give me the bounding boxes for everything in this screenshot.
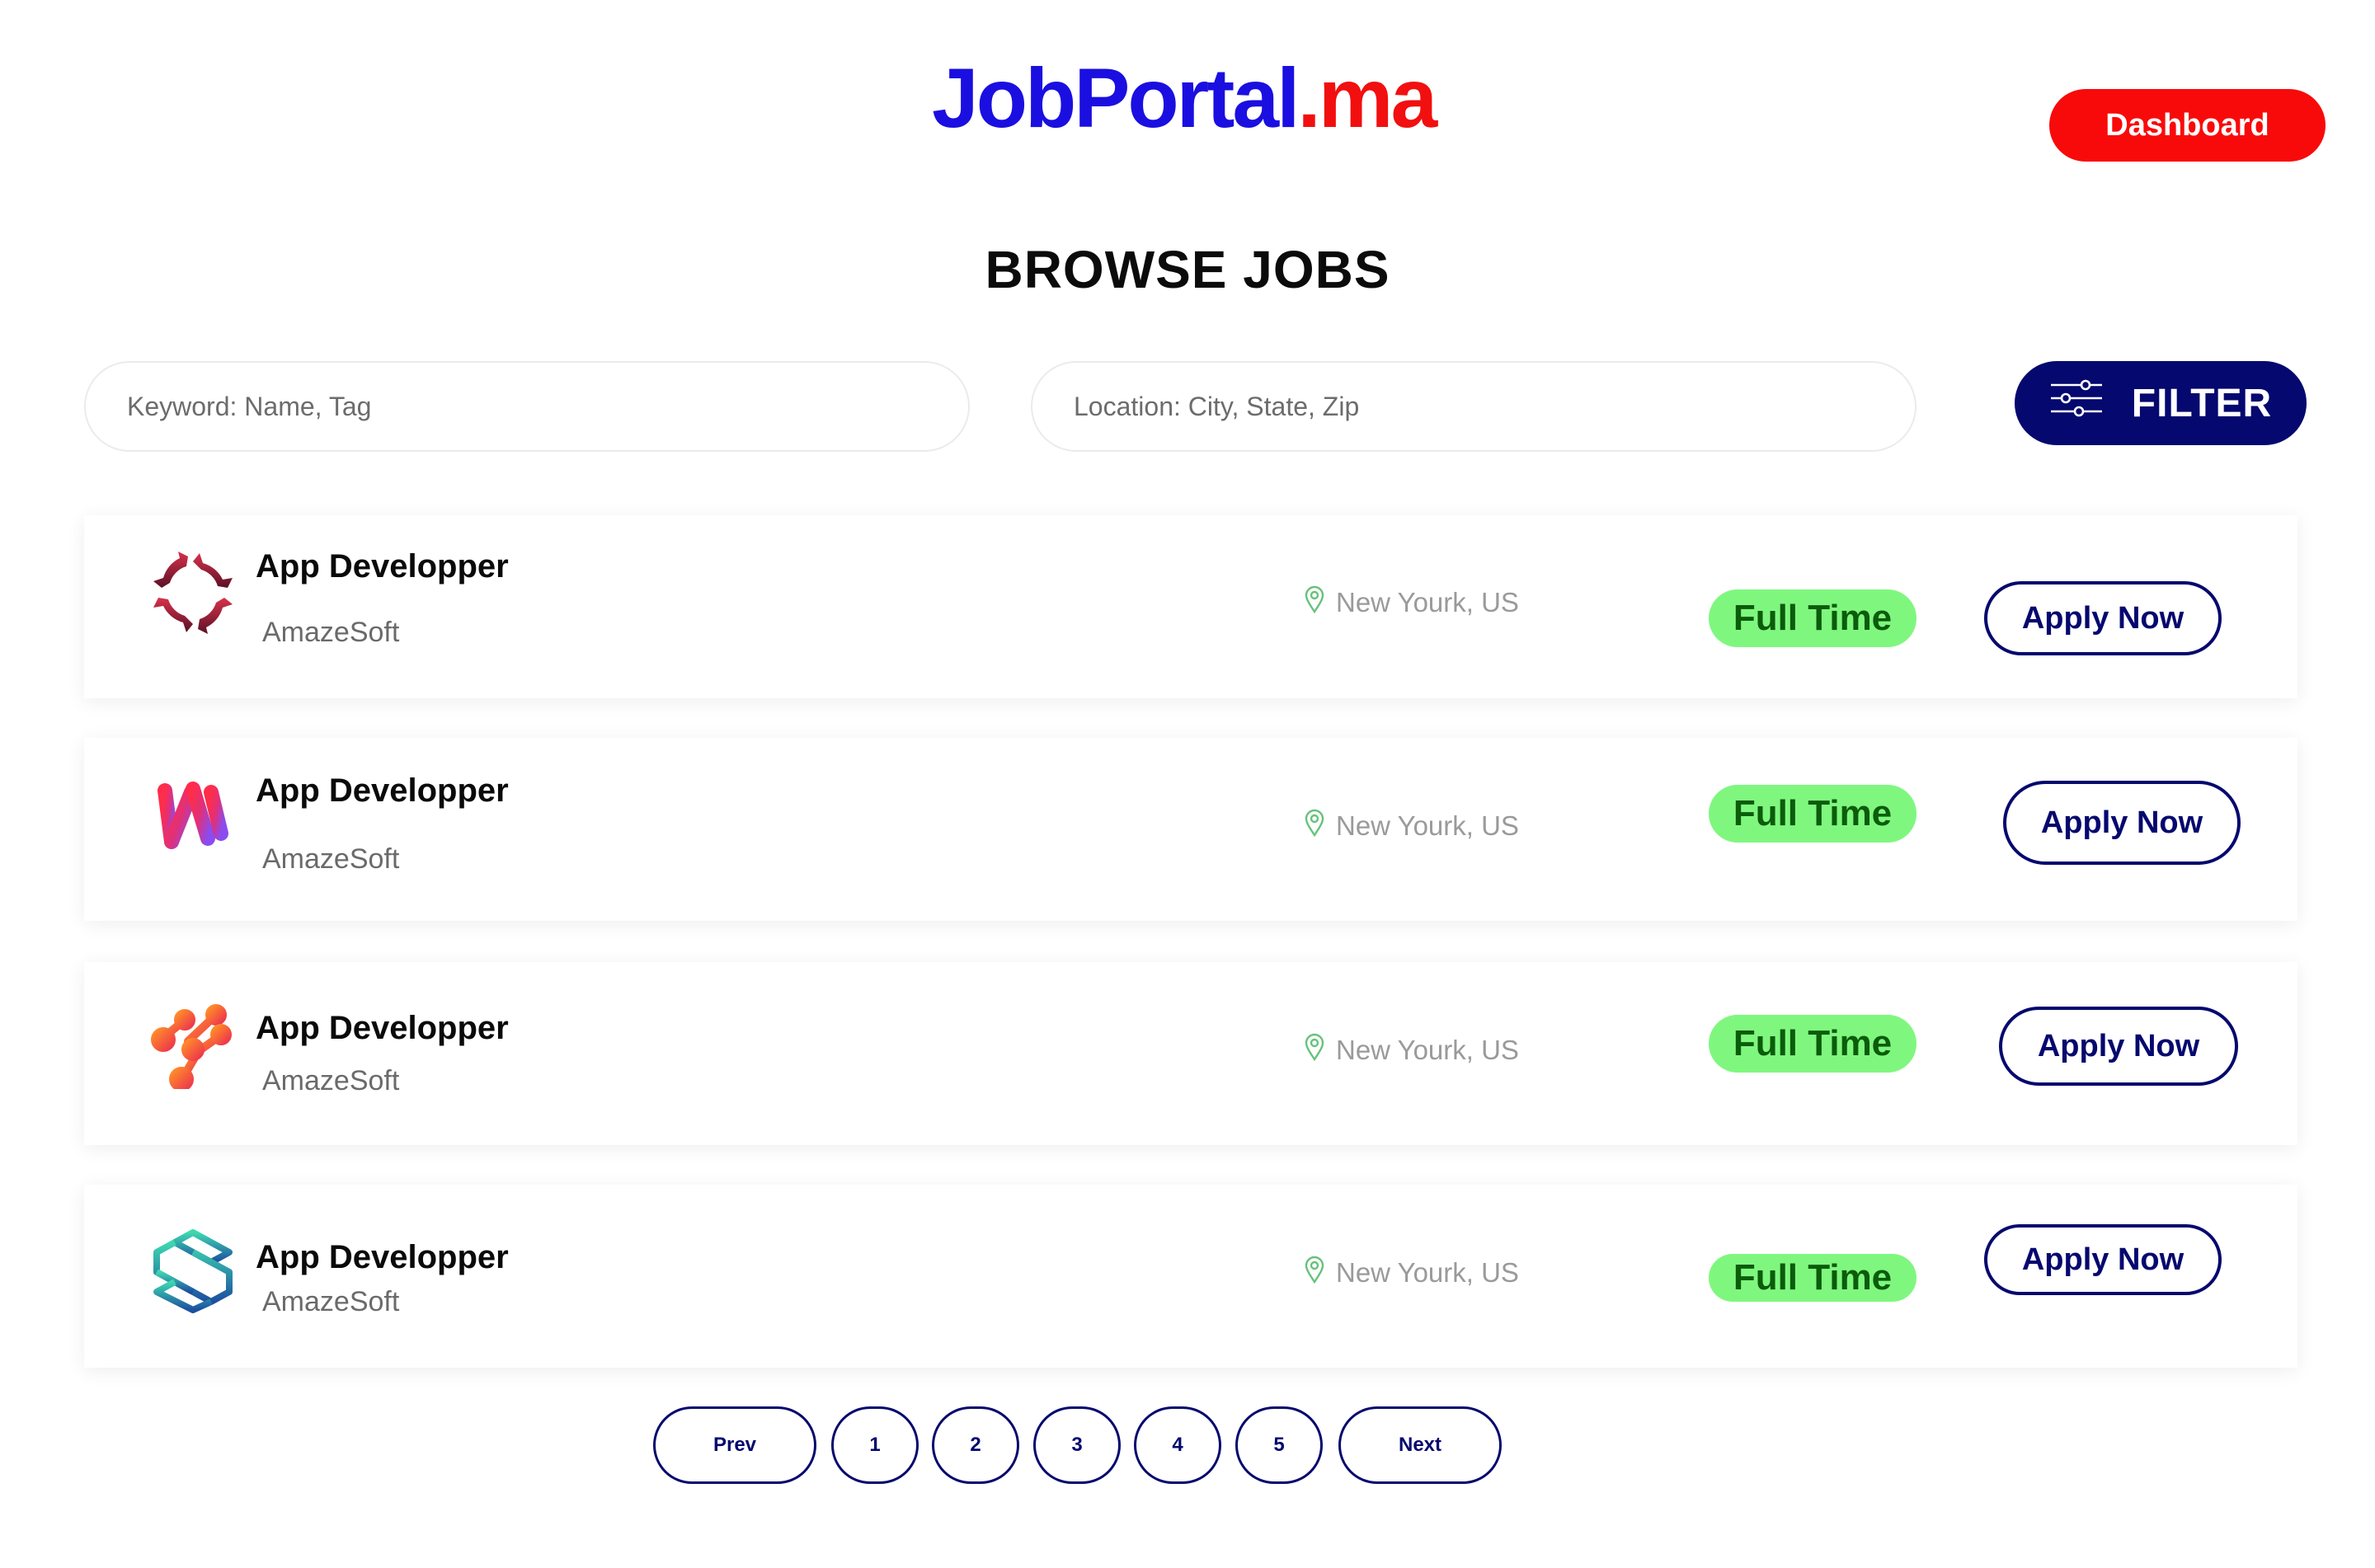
logo-text-suffix: .ma bbox=[1297, 51, 1437, 145]
company-name: AmazeSoft bbox=[262, 1286, 400, 1317]
location-text: New Yourk, US bbox=[1336, 810, 1519, 841]
apply-now-button[interactable]: Apply Now bbox=[1999, 1007, 2238, 1086]
keyword-search-field[interactable] bbox=[84, 361, 970, 452]
job-location: New Yourk, US bbox=[1305, 809, 1519, 843]
job-title[interactable]: App Developper bbox=[256, 1239, 509, 1276]
company-name: AmazeSoft bbox=[262, 617, 400, 648]
molecule-dots-logo bbox=[150, 1003, 236, 1091]
job-location: New Yourk, US bbox=[1305, 1256, 1519, 1290]
job-type-badge: Full Time bbox=[1709, 1015, 1916, 1073]
layered-s-logo bbox=[150, 1228, 236, 1313]
job-card[interactable]: App Developper AmazeSoft New Yourk, US F… bbox=[84, 962, 2297, 1145]
job-card[interactable]: App Developper AmazeSoft New Yourk, US F… bbox=[84, 738, 2297, 921]
location-input[interactable] bbox=[1072, 390, 1915, 423]
apply-now-button[interactable]: Apply Now bbox=[2003, 781, 2241, 865]
pagination-page-1[interactable]: 1 bbox=[831, 1406, 919, 1484]
logo-text-main: JobPortal bbox=[932, 51, 1300, 145]
job-location: New Yourk, US bbox=[1305, 585, 1519, 620]
job-title[interactable]: App Developper bbox=[256, 548, 509, 585]
pagination-prev-button[interactable]: Prev bbox=[653, 1406, 816, 1484]
location-text: New Yourk, US bbox=[1336, 1257, 1519, 1288]
pagination-page-5[interactable]: 5 bbox=[1235, 1406, 1323, 1484]
location-text: New Yourk, US bbox=[1336, 587, 1519, 617]
map-pin-icon bbox=[1305, 585, 1324, 620]
page-title: BROWSE JOBS bbox=[985, 240, 1390, 299]
company-name: AmazeSoft bbox=[262, 1065, 400, 1096]
pagination-page-4[interactable]: 4 bbox=[1134, 1406, 1221, 1484]
filter-button[interactable]: FILTER bbox=[2015, 361, 2307, 445]
gear-arrows-logo bbox=[150, 550, 236, 636]
keyword-input[interactable] bbox=[125, 390, 968, 423]
apply-now-button[interactable]: Apply Now bbox=[1984, 581, 2222, 655]
filter-label: FILTER bbox=[2131, 381, 2273, 425]
pagination-page-3[interactable]: 3 bbox=[1033, 1406, 1121, 1484]
pagination-page-2[interactable]: 2 bbox=[932, 1406, 1019, 1484]
site-logo[interactable]: JobPortal.ma bbox=[932, 56, 1437, 140]
company-name: AmazeSoft bbox=[262, 843, 400, 875]
sliders-icon bbox=[2049, 378, 2104, 428]
job-card[interactable]: App Developper AmazeSoft New Yourk, US F… bbox=[84, 1185, 2297, 1368]
map-pin-icon bbox=[1305, 1256, 1324, 1290]
map-pin-icon bbox=[1305, 809, 1324, 843]
job-type-badge: Full Time bbox=[1709, 589, 1916, 647]
pagination-next-button[interactable]: Next bbox=[1338, 1406, 1502, 1484]
map-pin-icon bbox=[1305, 1033, 1324, 1068]
job-type-badge: Full Time bbox=[1709, 1254, 1916, 1302]
apply-now-button[interactable]: Apply Now bbox=[1984, 1224, 2222, 1295]
job-type-badge: Full Time bbox=[1709, 785, 1916, 843]
job-title[interactable]: App Developper bbox=[256, 772, 509, 810]
dashboard-button[interactable]: Dashboard bbox=[2049, 89, 2326, 162]
location-text: New Yourk, US bbox=[1336, 1035, 1519, 1065]
job-card[interactable]: App Developper AmazeSoft New Yourk, US F… bbox=[84, 515, 2297, 698]
job-title[interactable]: App Developper bbox=[256, 1010, 509, 1047]
location-search-field[interactable] bbox=[1031, 361, 1916, 452]
gradient-m-logo bbox=[150, 771, 236, 857]
job-location: New Yourk, US bbox=[1305, 1033, 1519, 1068]
